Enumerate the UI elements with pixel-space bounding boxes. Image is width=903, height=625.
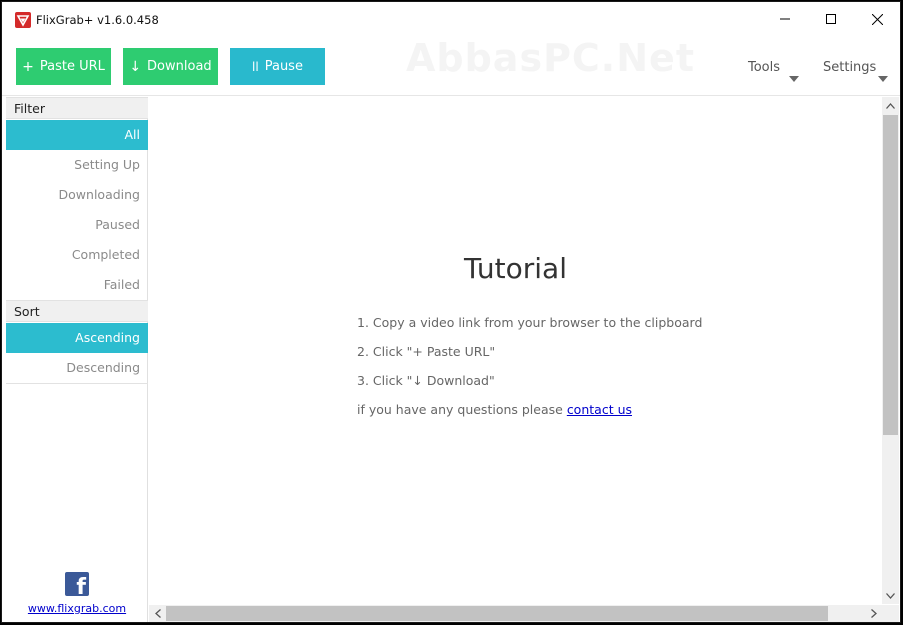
filter-item-setting-up[interactable]: Setting Up xyxy=(6,150,148,180)
app-window: FlixGrab+ v1.6.0.458 AbbasPC.Net + Paste… xyxy=(1,1,901,623)
maximize-button[interactable] xyxy=(808,2,854,36)
filter-header: Filter xyxy=(6,97,148,119)
scroll-left-button[interactable] xyxy=(149,605,166,622)
paste-url-label: Paste URL xyxy=(39,59,105,74)
tutorial-title: Tutorial xyxy=(464,252,567,285)
plus-icon: + xyxy=(22,58,34,75)
contact-us-link[interactable]: contact us xyxy=(567,402,632,417)
tutorial-step-1: 1. Copy a video link from your browser t… xyxy=(357,315,703,330)
pause-button[interactable]: ll Pause xyxy=(230,48,325,85)
minimize-button[interactable] xyxy=(762,2,808,36)
scroll-right-button[interactable] xyxy=(865,605,882,622)
sort-item-descending[interactable]: Descending xyxy=(6,353,148,383)
tutorial-question: if you have any questions please contact… xyxy=(357,402,702,431)
sidebar: Filter All Setting Up Downloading Paused… xyxy=(6,97,148,622)
close-icon xyxy=(871,13,883,25)
chevron-right-icon xyxy=(870,609,877,618)
tutorial-step-2: 2. Click "+ Paste URL" xyxy=(357,344,496,359)
scroll-down-button[interactable] xyxy=(882,587,899,604)
question-text: if you have any questions please xyxy=(357,402,567,417)
close-button[interactable] xyxy=(854,2,900,36)
download-button[interactable]: ↓ Download xyxy=(123,48,218,85)
tutorial-steps: 1. Copy a video link from your browser t… xyxy=(357,315,702,431)
flixgrab-logo-icon xyxy=(15,12,31,28)
sidebar-divider xyxy=(6,383,148,384)
filter-item-completed[interactable]: Completed xyxy=(6,240,148,270)
horizontal-scrollbar[interactable] xyxy=(149,605,882,622)
tools-chevron-down-icon[interactable] xyxy=(789,76,799,82)
maximize-icon xyxy=(826,14,836,24)
chevron-left-icon xyxy=(154,609,161,618)
filter-item-all[interactable]: All xyxy=(6,120,148,150)
scroll-up-button[interactable] xyxy=(882,97,899,114)
filter-item-paused[interactable]: Paused xyxy=(6,210,148,240)
pause-label: Pause xyxy=(264,59,303,74)
download-label: Download xyxy=(147,59,212,74)
sort-item-ascending[interactable]: Ascending xyxy=(6,323,148,353)
chevron-up-icon xyxy=(886,102,895,109)
vertical-scroll-thumb[interactable] xyxy=(883,115,898,435)
main-content: Tutorial 1. Copy a video link from your … xyxy=(149,97,882,604)
facebook-icon[interactable]: f xyxy=(65,572,89,596)
chevron-down-icon xyxy=(886,592,895,599)
settings-chevron-down-icon[interactable] xyxy=(878,76,888,82)
settings-menu[interactable]: Settings xyxy=(823,60,876,75)
arrow-down-icon: ↓ xyxy=(129,58,142,75)
pause-icon: ll xyxy=(252,59,259,74)
filter-item-downloading[interactable]: Downloading xyxy=(6,180,148,210)
toolbar: AbbasPC.Net + Paste URL ↓ Download ll Pa… xyxy=(2,36,900,96)
sort-header: Sort xyxy=(6,300,148,322)
scrollbar-corner xyxy=(882,605,899,622)
paste-url-button[interactable]: + Paste URL xyxy=(16,48,111,85)
window-title: FlixGrab+ v1.6.0.458 xyxy=(36,13,159,27)
watermark: AbbasPC.Net xyxy=(406,36,695,80)
filter-item-failed[interactable]: Failed xyxy=(6,270,148,300)
tools-menu[interactable]: Tools xyxy=(748,60,780,75)
horizontal-scroll-thumb[interactable] xyxy=(166,606,828,621)
minimize-icon xyxy=(780,18,790,20)
website-link[interactable]: www.flixgrab.com xyxy=(6,602,148,615)
vertical-scrollbar[interactable] xyxy=(882,97,899,604)
title-bar: FlixGrab+ v1.6.0.458 xyxy=(2,2,900,36)
tutorial-step-3: 3. Click "↓ Download" xyxy=(357,373,495,388)
